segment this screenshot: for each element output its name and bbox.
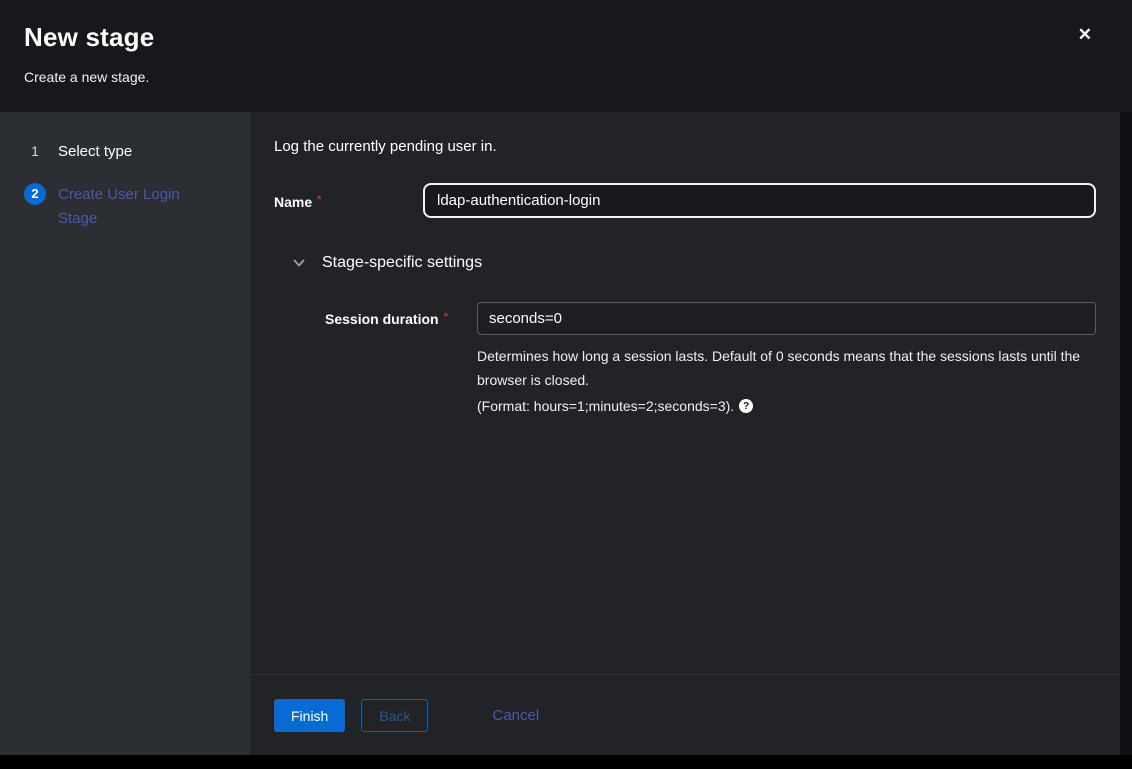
- step-label: Select type: [58, 140, 132, 164]
- step-number-badge: 2: [24, 183, 46, 205]
- stage-description: Log the currently pending user in.: [274, 138, 1096, 155]
- wizard-step-select-type[interactable]: 1 Select type: [24, 140, 230, 164]
- stage-specific-settings-body: Session duration* Determines how long a …: [325, 302, 1096, 414]
- name-input[interactable]: [423, 183, 1096, 218]
- wizard-main: Log the currently pending user in. Name*: [250, 112, 1120, 755]
- cancel-button[interactable]: Cancel: [492, 699, 539, 732]
- session-duration-input[interactable]: [477, 302, 1096, 335]
- step-label: Create User Login Stage: [58, 183, 218, 231]
- stage-specific-settings-toggle[interactable]: Stage-specific settings: [292, 254, 1096, 272]
- modal-header: New stage Create a new stage. ✕: [0, 0, 1132, 112]
- session-duration-help-text: Determines how long a session lasts. Def…: [477, 344, 1095, 392]
- group-title: Stage-specific settings: [322, 254, 482, 272]
- name-label: Name*: [274, 192, 423, 210]
- new-stage-modal: New stage Create a new stage. ✕ 1 Select…: [0, 0, 1132, 755]
- wizard-step-create-user-login-stage[interactable]: 2 Create User Login Stage: [24, 183, 230, 231]
- question-circle-icon[interactable]: ?: [739, 399, 753, 413]
- session-duration-label: Session duration*: [325, 302, 477, 327]
- close-icon: ✕: [1078, 25, 1092, 44]
- session-duration-form-row: Session duration* Determines how long a …: [325, 302, 1096, 414]
- required-asterisk: *: [317, 194, 321, 206]
- step-number: 1: [24, 140, 46, 162]
- modal-subtitle: Create a new stage.: [24, 69, 1072, 85]
- wizard-step-nav: 1 Select type 2 Create User Login Stage: [0, 112, 250, 755]
- chevron-down-icon: [292, 256, 306, 270]
- wizard-footer: Finish Back Cancel: [250, 674, 1120, 755]
- finish-button[interactable]: Finish: [274, 699, 345, 732]
- modal-title: New stage: [24, 22, 1072, 53]
- required-asterisk: *: [444, 311, 448, 323]
- scrollbar-track[interactable]: [1120, 112, 1132, 755]
- wizard-content: Log the currently pending user in. Name*: [250, 112, 1120, 674]
- session-duration-format-hint: (Format: hours=1;minutes=2;seconds=3). ?: [477, 398, 1096, 414]
- modal-body: 1 Select type 2 Create User Login Stage …: [0, 112, 1132, 755]
- name-form-row: Name*: [274, 183, 1096, 218]
- close-button[interactable]: ✕: [1074, 22, 1096, 47]
- back-button[interactable]: Back: [361, 699, 428, 732]
